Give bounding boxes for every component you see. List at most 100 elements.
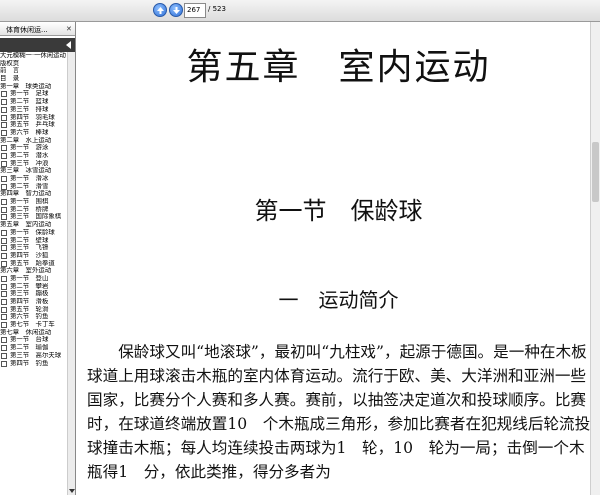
- page-icon: [1, 337, 7, 344]
- toc-item[interactable]: 第四节 羽毛球: [0, 114, 75, 122]
- arrow-down-icon: [173, 7, 180, 14]
- toc-item-label: 第一节 登山: [10, 274, 49, 282]
- body-text: 保龄球又叫“地滚球”，最初叫“九柱戏”，起源于德国。是一种在木板球道上用球滚击木…: [87, 340, 595, 484]
- toc-item-label: 第一节 足球: [10, 90, 49, 98]
- toc-item[interactable]: 第四章 智力运动: [0, 190, 75, 198]
- previous-page-button[interactable]: [153, 3, 167, 17]
- toc-item-label: 第四节 滑板: [10, 298, 49, 305]
- toc-item[interactable]: 第二节 桥牌: [0, 205, 75, 214]
- document-view: 第五章 室内运动 第一节 保龄球 一 运动简介 保龄球又叫“地滚球”，最初叫“九…: [77, 22, 600, 495]
- page-icon: [1, 299, 7, 305]
- page-icon: [1, 106, 7, 113]
- toc-item[interactable]: 第四节 滑板: [0, 298, 75, 306]
- page-icon: [1, 160, 7, 167]
- toc-item[interactable]: 第五节 乒乓球: [0, 121, 75, 129]
- body-paragraph: 保龄球又叫“地滚球”，最初叫“九柱戏”，起源于德国。是一种在木板球道上用球滚击木…: [87, 343, 591, 481]
- toc-item[interactable]: 第七节 卡丁车: [0, 321, 75, 329]
- toc-item-label: 第五节 乒乓球: [10, 121, 55, 129]
- toc-item-label: 前 言: [0, 67, 20, 75]
- collapse-sidebar-icon[interactable]: [66, 41, 71, 49]
- toc-item[interactable]: 第七章 休闲运动: [0, 329, 75, 337]
- toc-item[interactable]: 版权页: [0, 59, 75, 68]
- toc-item[interactable]: 第六节 棒球: [0, 128, 75, 137]
- toc-item-label: 第五章 室内运动: [0, 221, 52, 229]
- sidebar-scrollbar[interactable]: [67, 52, 75, 495]
- toc-item[interactable]: 第二节 潜水: [0, 152, 75, 160]
- page-icon: [1, 152, 7, 159]
- toc-item[interactable]: 第一节 台球: [0, 336, 75, 344]
- toc-item[interactable]: 第一节 保龄球: [0, 229, 75, 237]
- toc-item[interactable]: 第三节 冲浪: [0, 159, 75, 168]
- toc-item-label: 第二节 篮球: [10, 98, 49, 106]
- toc-item[interactable]: 第一节 游泳: [0, 144, 75, 152]
- toc-item[interactable]: 第二章 水上运动: [0, 136, 75, 145]
- toc-item[interactable]: 第三章 冰雪运动: [0, 167, 75, 175]
- toc-item[interactable]: 第四节 钓鱼: [0, 360, 75, 368]
- toc-item[interactable]: 第三节 飞镖: [0, 244, 75, 252]
- toc-item[interactable]: 第二节 滑雪: [0, 182, 75, 191]
- section-title: 第一节 保龄球: [254, 197, 423, 225]
- toc-item-label: 第一节 台球: [10, 336, 49, 344]
- toc-item[interactable]: 第一节 足球: [0, 90, 75, 98]
- page-icon: [1, 206, 7, 213]
- toc-item[interactable]: 第四节 沙狐: [0, 251, 75, 260]
- toc-item-label: 第二章 水上运动: [0, 136, 52, 144]
- toc-item[interactable]: 大元模糊一·一休闲运动: [0, 52, 75, 60]
- next-page-button[interactable]: [169, 3, 183, 17]
- page-icon: [1, 129, 7, 136]
- page-icon: [1, 345, 7, 352]
- toc-item[interactable]: 第六章 室外运动: [0, 267, 75, 275]
- toc-item[interactable]: 第二节 壁球: [0, 237, 75, 245]
- bookmark-sidebar: 体育休闲运... ✕ 大元模糊一·一休闲运动 版权页前 言目 录第一章 球类运动第…: [0, 22, 76, 495]
- chapter-title: 第五章 室内运动: [186, 47, 491, 88]
- toc-item[interactable]: 第二节 篮球: [0, 98, 75, 106]
- toc-item[interactable]: 第三节 国际象棋: [0, 213, 75, 221]
- toc-item-label: 第二节 攀岩: [10, 282, 49, 290]
- page-icon: [1, 291, 7, 298]
- toc-item[interactable]: 第二节 攀岩: [0, 282, 75, 291]
- toc-item[interactable]: 第一章 球类运动: [0, 82, 75, 91]
- sidebar-header: [0, 38, 75, 52]
- toc-item-label: 第三节 蹦极: [10, 290, 49, 298]
- page-icon: [1, 176, 7, 182]
- toc-item[interactable]: 第五节 轮滑: [0, 306, 75, 314]
- scroll-down-icon[interactable]: [69, 489, 75, 493]
- toc-item[interactable]: 目 录: [0, 75, 75, 83]
- document-scrollbar[interactable]: [590, 22, 600, 495]
- page-icon: [1, 314, 7, 321]
- toc-item-label: 第二节 桥牌: [10, 205, 49, 213]
- scroll-thumb[interactable]: [592, 142, 599, 202]
- toc-item-label: 第三节 冲浪: [10, 159, 49, 167]
- toc-item-label: 第三节 飞镖: [10, 244, 49, 252]
- toc-item[interactable]: 第三节 排球: [0, 106, 75, 114]
- toc-item-label: 第六章 室外运动: [0, 267, 52, 275]
- toc-item[interactable]: 第六节 钓鱼: [0, 313, 75, 321]
- page-icon: [1, 214, 7, 221]
- toc-item[interactable]: 第三节 蹦极: [0, 290, 75, 298]
- page-icon: [1, 322, 7, 329]
- toc-item-label: 版权页: [0, 59, 20, 67]
- page-icon: [1, 306, 7, 313]
- toc-item-label: 第一节 围棋: [10, 198, 49, 206]
- toc-item-label: 第七节 卡丁车: [10, 321, 55, 329]
- toc-item-label: 第一章 球类运动: [0, 82, 52, 90]
- toc-item[interactable]: 第五节 跆拳道: [0, 260, 75, 268]
- toc-item[interactable]: 第一节 滑冰: [0, 175, 75, 183]
- toc-item[interactable]: 第二节 瑜伽: [0, 344, 75, 352]
- page-icon: [1, 99, 7, 106]
- page-icon: [1, 252, 7, 259]
- toc-item-label: 第六节 棒球: [10, 128, 49, 136]
- toc-item[interactable]: 第三节 高尔夫球: [0, 352, 75, 360]
- toc-item-label: 第二节 滑雪: [10, 182, 49, 190]
- toc-item-label: 第四节 沙狐: [10, 251, 49, 259]
- page-number-input[interactable]: 267: [184, 3, 206, 18]
- close-icon[interactable]: ✕: [66, 25, 72, 33]
- sidebar-tab[interactable]: 体育休闲运... ✕: [0, 22, 75, 36]
- toc-item-label: 第一节 游泳: [10, 144, 49, 152]
- toc-item-label: 第三节 国际象棋: [10, 213, 62, 221]
- toc-item[interactable]: 前 言: [0, 67, 75, 75]
- page-icon: [1, 237, 7, 244]
- toc-item[interactable]: 第五章 室内运动: [0, 221, 75, 229]
- toc-item[interactable]: 第一节 登山: [0, 274, 75, 283]
- toc-item[interactable]: 第一节 围棋: [0, 198, 75, 206]
